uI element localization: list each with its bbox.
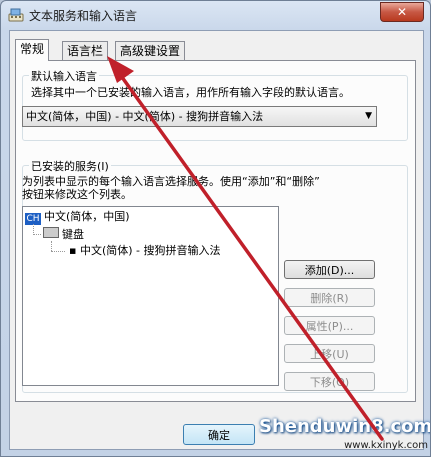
title-bar[interactable]: 文本服务和输入语言 ✕	[1, 1, 430, 29]
tab-general[interactable]: 常规	[15, 39, 50, 61]
installed-services-group: 已安装的服务(I) 为列表中显示的每个输入语言选择服务。使用“添加”和“删除” …	[22, 158, 408, 393]
default-language-selected: 中文(简体，中国) - 中文(简体) - 搜狗拼音输入法	[26, 110, 264, 123]
tab-advanced-key-settings[interactable]: 高级键设置	[115, 41, 186, 60]
properties-button[interactable]: 属性(P)...	[284, 316, 375, 335]
default-language-group-title: 默认输入语言	[29, 68, 99, 84]
tree-node-keyboard[interactable]: 键盘	[43, 227, 84, 242]
tree-service-label: 中文(简体) - 搜狗拼音输入法	[79, 244, 221, 257]
chevron-down-icon: ▼	[365, 111, 372, 121]
watermark-text: Shenduwin8.com	[259, 416, 431, 437]
watermark: Shenduwin8.com www.kxinyk.com	[251, 406, 431, 456]
ok-button[interactable]: 确定	[183, 424, 255, 445]
tree-connector	[51, 251, 65, 252]
installed-services-description-line2: 按钮来修改这个列表。	[22, 188, 132, 201]
tree-node-language[interactable]: CH 中文(简体，中国)	[25, 210, 130, 225]
tab-language-bar[interactable]: 语言栏	[62, 41, 109, 60]
tree-node-service[interactable]: ▪ 中文(简体) - 搜狗拼音输入法	[69, 244, 221, 258]
default-language-description: 选择其中一个已安装的输入语言，用作所有输入字段的默认语言。	[31, 86, 350, 99]
default-language-group: 默认输入语言 选择其中一个已安装的输入语言，用作所有输入字段的默认语言。 中文(…	[22, 68, 408, 141]
tree-connector	[33, 234, 41, 235]
remove-button[interactable]: 删除(R)	[284, 288, 375, 307]
default-language-select[interactable]: 中文(简体，中国) - 中文(简体) - 搜狗拼音输入法 ▼	[22, 106, 377, 127]
move-up-button[interactable]: 上移(U)	[284, 344, 375, 363]
dialog-window: 文本服务和输入语言 ✕ 常规 语言栏 高级键设置 默认输入语言 选择其中一个已安…	[0, 0, 431, 457]
watermark-url: www.kxinyk.com	[344, 440, 428, 451]
close-button[interactable]: ✕	[380, 2, 424, 22]
move-down-button[interactable]: 下移(O)	[284, 372, 375, 391]
window-title: 文本服务和输入语言	[29, 9, 138, 23]
bullet-icon: ▪	[69, 244, 80, 257]
installed-services-description-line1: 为列表中显示的每个输入语言选择服务。使用“添加”和“删除”	[22, 175, 320, 188]
keyboard-settings-icon	[8, 8, 24, 22]
add-button[interactable]: 添加(D)...	[284, 260, 375, 279]
tree-language-label: 中文(简体，中国)	[44, 210, 130, 223]
tree-connector	[51, 241, 52, 251]
tree-keyboard-label: 键盘	[62, 228, 84, 241]
dialog-client-area: 常规 语言栏 高级键设置 默认输入语言 选择其中一个已安装的输入语言，用作所有输…	[9, 30, 424, 450]
installed-services-group-title: 已安装的服务(I)	[29, 158, 111, 174]
keyboard-icon	[43, 227, 59, 238]
tab-panel-general: 默认输入语言 选择其中一个已安装的输入语言，用作所有输入字段的默认语言。 中文(…	[15, 60, 416, 402]
services-tree[interactable]: CH 中文(简体，中国) 键盘 ▪ 中文(简体) - 搜狗拼音输入法	[22, 206, 279, 386]
